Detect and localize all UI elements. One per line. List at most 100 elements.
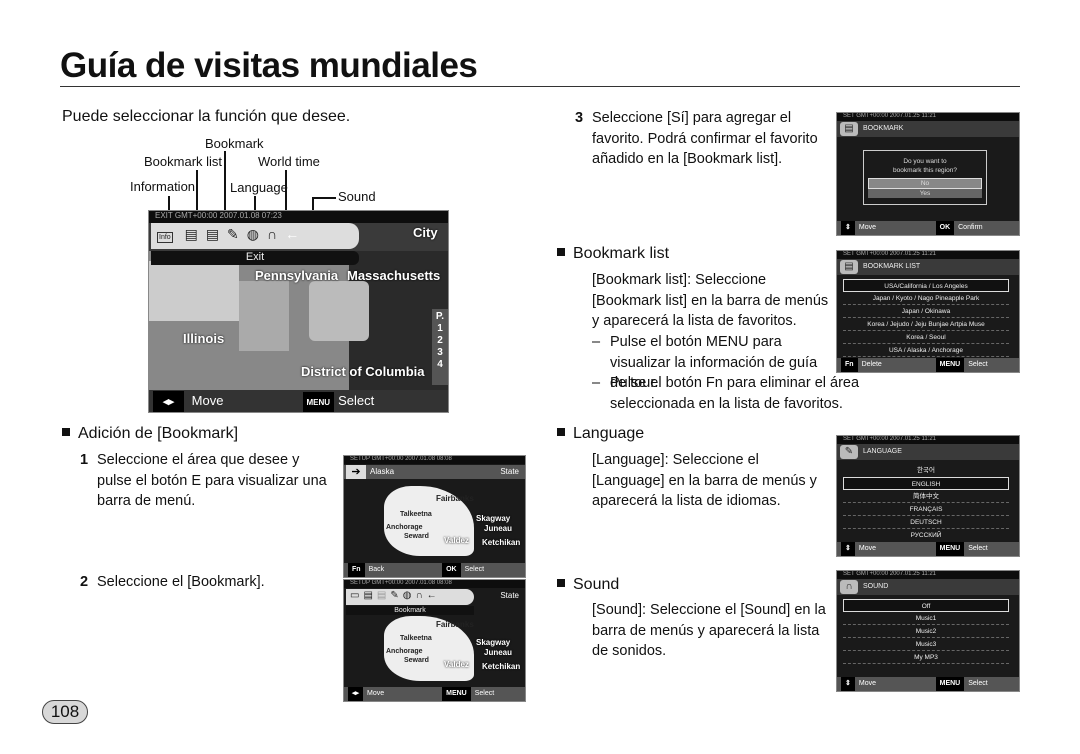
status-bar: SET GMT+00:00 2007.01.25 11:21 — [837, 571, 1019, 579]
bookmark-icon[interactable]: ▤ — [206, 226, 227, 242]
city-label[interactable]: District of Columbia — [301, 364, 425, 379]
city-label[interactable]: Fairbanks — [436, 494, 474, 503]
world-time-icon[interactable]: ◍ — [247, 226, 267, 242]
bookmark-list-screen: SET GMT+00:00 2007.01.25 11:21 ▤ BOOKMARK… — [836, 250, 1020, 373]
list-item[interactable]: FRANÇAIS — [843, 503, 1009, 516]
no-option[interactable]: No — [868, 178, 982, 189]
title-rule — [60, 86, 1020, 87]
label-information: Information — [130, 179, 196, 194]
bookmark-list-icon[interactable]: ▤ — [185, 226, 206, 242]
city-label[interactable]: Pennsylvania — [255, 268, 338, 283]
confirm-dialog: Do you want to bookmark this region? No Y… — [863, 150, 987, 205]
city-label[interactable]: Juneau — [484, 648, 512, 657]
list-item[interactable]: USA/California / Los Angeles — [843, 279, 1009, 292]
screen-footer: Fn Back OK Select — [344, 563, 525, 577]
exit-arrow-icon: ← — [426, 590, 441, 601]
bookmark-label[interactable]: Bookmark — [346, 606, 474, 615]
section-heading-bookmark-list: Bookmark list — [557, 245, 669, 263]
city-label[interactable]: Massachusetts — [347, 268, 440, 283]
list-item[interactable]: Off — [843, 599, 1009, 612]
city-label[interactable]: Skagway — [476, 638, 510, 647]
region-header: ➔ Alaska State — [344, 465, 525, 479]
city-label[interactable]: Fairbanks — [436, 620, 474, 629]
language-list: 한국어 ENGLISH 简体中文 FRANÇAIS DEUTSCH РУССКИ… — [843, 464, 1009, 542]
status-bar: SET GMT+00:00 2007.01.25 11:21 — [837, 113, 1019, 121]
screen-footer: ◂▸ Move MENU Select — [344, 687, 525, 701]
screen-footer: ⇕ Move OK Confirm — [837, 221, 1019, 235]
step-number: 3 — [575, 110, 584, 126]
step-number: 2 — [80, 574, 89, 590]
screen-header: ▤ BOOKMARK LIST — [837, 259, 1019, 275]
page-number: 108 — [42, 700, 88, 724]
list-item[interactable]: USA / Alaska / Anchorage — [843, 344, 1009, 357]
page-title: Guía de visitas mundiales — [60, 46, 478, 85]
screen-header: ✎ LANGUAGE — [837, 444, 1019, 460]
language-screen: SET GMT+00:00 2007.01.25 11:21 ✎ LANGUAGE… — [836, 435, 1020, 557]
step3-text: Seleccione [Sí] para agregar el favorito… — [592, 110, 818, 167]
section-heading-sound: Sound — [557, 576, 619, 594]
state-tab[interactable]: State — [500, 591, 519, 600]
yes-option[interactable]: Yes — [868, 189, 982, 198]
label-language: Language — [230, 180, 288, 195]
list-item[interactable]: Japan / Kyoto / Nago Pineapple Park — [843, 292, 1009, 305]
info-icon[interactable]: Info — [157, 232, 173, 243]
section-heading-add: Adición de [Bookmark] — [62, 425, 238, 443]
info-icon: ▭ — [350, 590, 364, 601]
city-tab[interactable]: City — [413, 225, 438, 240]
list-item[interactable]: My MP3 — [843, 651, 1009, 664]
alaska-bookmark-screen: SETUP GMT+00:00 2007.01.08 08:08 ▭▤▤✎◍∩←… — [343, 579, 526, 702]
list-item[interactable]: DEUTSCH — [843, 516, 1009, 529]
state-tab[interactable]: State — [500, 467, 519, 476]
list-item[interactable]: 简体中文 — [843, 490, 1009, 503]
city-label[interactable]: Ketchikan — [482, 662, 520, 671]
exit-arrow-icon[interactable]: ← — [285, 226, 307, 242]
footer-move: Move — [191, 393, 224, 408]
menu-bar: Info ▤▤✎◍∩← — [151, 223, 359, 249]
city-label[interactable]: Illinois — [183, 331, 224, 346]
arrow-right-icon: ➔ — [346, 465, 366, 479]
city-label[interactable]: Skagway — [476, 514, 510, 523]
screen-header: ▤ BOOKMARK — [837, 121, 1019, 137]
city-label[interactable]: Talkeetna — [400, 635, 432, 642]
step2-text: Seleccione el [Bookmark]. — [97, 574, 265, 590]
label-bookmark-list: Bookmark list — [144, 154, 223, 169]
page-indicator[interactable]: P. 1 2 3 4 — [432, 309, 448, 385]
main-camera-screen: EXIT GMT+00:00 2007.01.08 07:23 Info ▤▤✎… — [148, 210, 449, 413]
city-label[interactable]: Ketchikan — [482, 538, 520, 547]
city-label[interactable]: Juneau — [484, 524, 512, 533]
city-label[interactable]: Seward — [404, 533, 429, 540]
callout-line — [312, 197, 336, 199]
list-item[interactable]: Music2 — [843, 625, 1009, 638]
language-text: [Language]: Seleccione el [Language] en … — [592, 452, 817, 509]
list-item[interactable]: Music1 — [843, 612, 1009, 625]
city-label[interactable]: Valdez — [444, 536, 469, 545]
status-bar: SET GMT+00:00 2007.01.25 11:21 — [837, 436, 1019, 444]
label-world-time: World time — [258, 154, 320, 169]
screen-footer: ◂▸ Move MENU Select — [149, 390, 448, 412]
list-item[interactable]: ENGLISH — [843, 477, 1009, 490]
menu-key: MENU — [302, 392, 335, 412]
list-item[interactable]: 한국어 — [843, 464, 1009, 477]
list-item[interactable]: Korea / Jejudo / Jeju Bunjae Artpia Muse — [843, 318, 1009, 331]
language-icon: ✎ — [390, 590, 403, 601]
bookmark-confirm-screen: SET GMT+00:00 2007.01.25 11:21 ▤ BOOKMARK… — [836, 112, 1020, 236]
city-label[interactable]: Seward — [404, 657, 429, 664]
dash: – — [592, 375, 601, 391]
list-item[interactable]: Music3 — [843, 638, 1009, 651]
list-item[interactable]: Japan / Okinawa — [843, 305, 1009, 318]
exit-label[interactable]: Exit — [151, 251, 359, 265]
language-icon[interactable]: ✎ — [227, 226, 247, 242]
screen-footer: Fn Delete MENU Select — [837, 358, 1019, 372]
list-item[interactable]: Korea / Seoul — [843, 331, 1009, 344]
city-label[interactable]: Valdez — [444, 660, 469, 669]
sound-icon[interactable]: ∩ — [267, 226, 285, 242]
label-bookmark: Bookmark — [205, 136, 264, 151]
bookmark-list-icon: ▤ — [363, 590, 377, 601]
list-item[interactable]: РУССКИЙ — [843, 529, 1009, 542]
world-time-icon: ◍ — [402, 590, 416, 601]
city-label[interactable]: Anchorage — [386, 648, 423, 655]
bullet-fn: Pulse el botón Fn para eliminar el área … — [610, 375, 860, 412]
step1-text: Seleccione el área que desee y pulse el … — [97, 452, 327, 509]
city-label[interactable]: Anchorage — [386, 524, 423, 531]
city-label[interactable]: Talkeetna — [400, 511, 432, 518]
